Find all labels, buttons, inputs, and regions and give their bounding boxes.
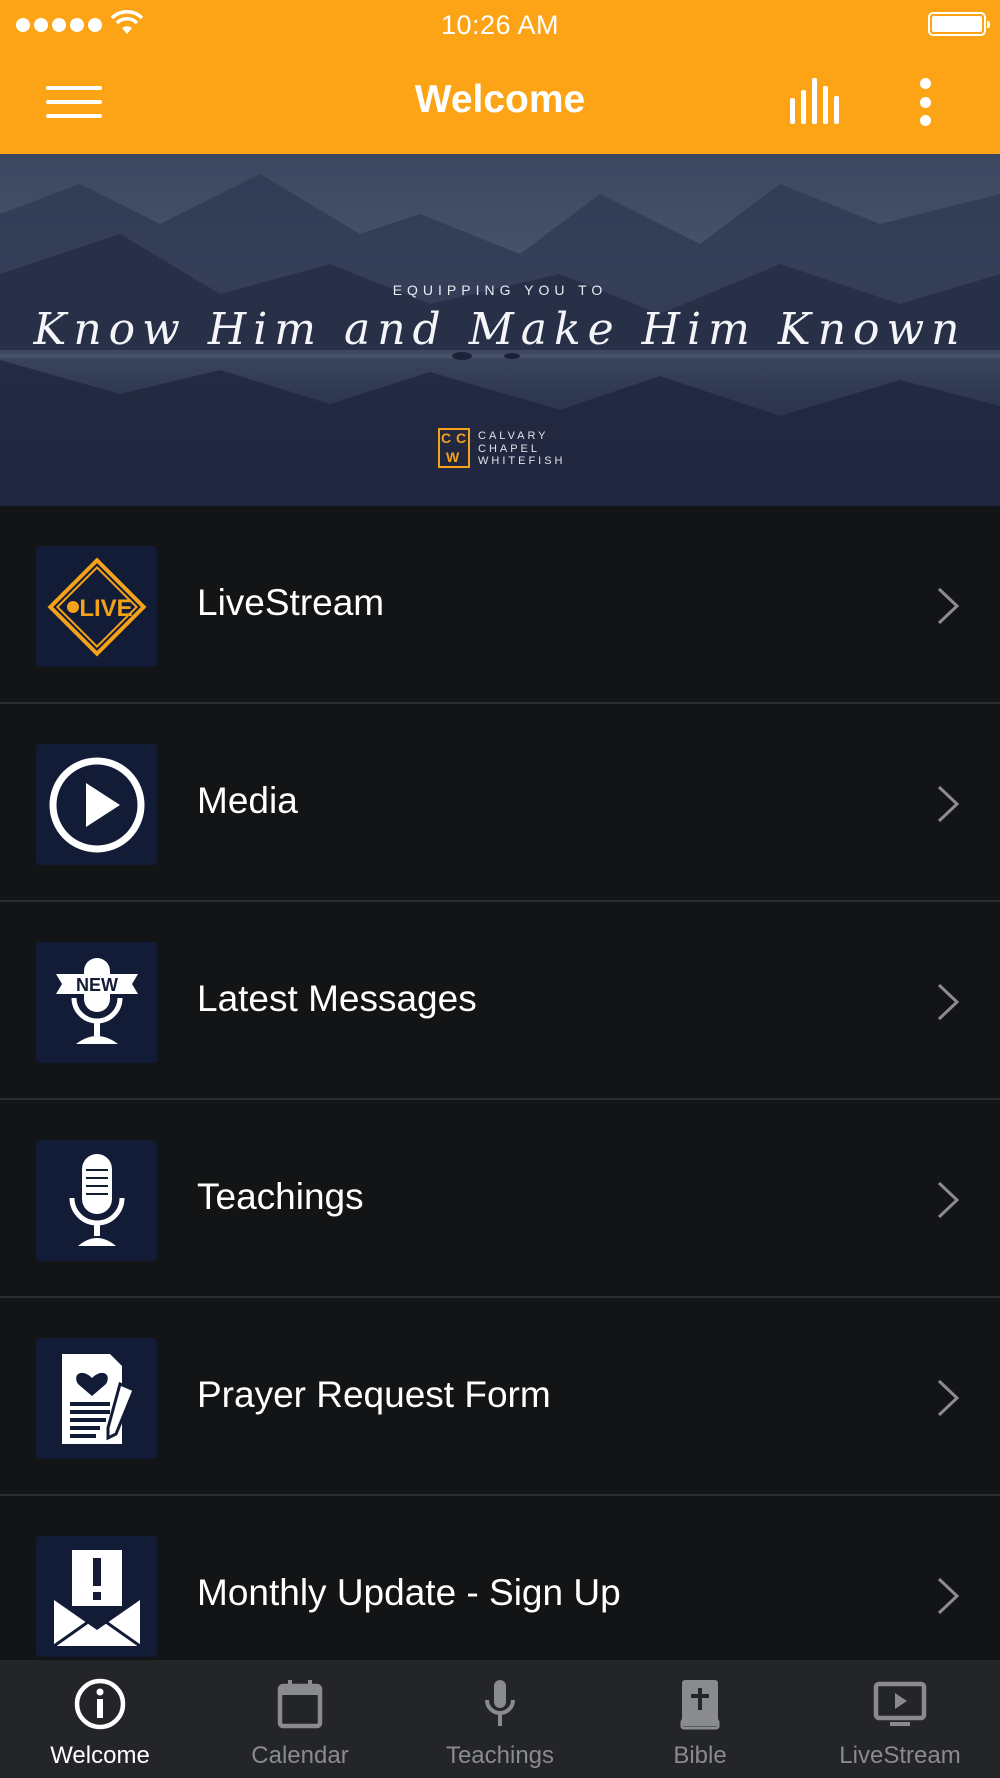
tab-label: LiveStream [839, 1742, 961, 1769]
menu-item-prayer-request-form[interactable]: Prayer Request Form [0, 1298, 1000, 1496]
status-bar: 10:26 AM [0, 0, 1000, 50]
bottom-tab-bar: Welcome Calendar Teachings Bible LiveStr… [0, 1660, 1000, 1778]
church-logo: C C W [438, 428, 470, 468]
tv-play-icon [873, 1681, 927, 1726]
tab-label: Calendar [251, 1742, 349, 1769]
microphone-icon [485, 1680, 515, 1726]
menu-item-label: Latest Messages [197, 978, 477, 1019]
chevron-right-icon [937, 1379, 960, 1417]
menu-item-label: Teachings [197, 1176, 364, 1217]
calendar-icon [277, 1680, 323, 1729]
tab-welcome[interactable]: Welcome [0, 1660, 200, 1778]
chevron-right-icon [937, 587, 960, 625]
play-icon [36, 744, 157, 865]
menu-item-label: Media [197, 780, 298, 821]
menu-item-livestream[interactable]: LIVE LiveStream [0, 506, 1000, 704]
new-microphone-icon: NEW [36, 942, 157, 1063]
tab-label: Welcome [50, 1742, 150, 1769]
battery-icon [928, 12, 990, 36]
menu-item-label: LiveStream [197, 582, 385, 623]
info-icon [74, 1678, 126, 1730]
tab-label: Bible [673, 1742, 727, 1769]
page-title: Welcome [414, 78, 586, 121]
tab-teachings[interactable]: Teachings [400, 1660, 600, 1778]
menu-item-label: Prayer Request Form [197, 1374, 551, 1415]
chevron-right-icon [937, 983, 960, 1021]
church-name: CALVARY CHAPEL WHITEFISH [478, 430, 566, 467]
tab-label: Teachings [445, 1742, 555, 1769]
menu-item-teachings[interactable]: Teachings [0, 1100, 1000, 1298]
banner-tagline: Know Him and Make Him Known [33, 304, 967, 355]
microphone-icon [36, 1140, 157, 1261]
live-icon: LIVE [36, 546, 157, 667]
menu-item-label: Monthly Update - Sign Up [197, 1572, 621, 1613]
envelope-alert-icon [36, 1536, 157, 1657]
bible-icon [680, 1680, 720, 1730]
prayer-form-icon [36, 1338, 157, 1459]
hero-banner[interactable]: EQUIPPING YOU TO Know Him and Make Him K… [0, 154, 1000, 506]
svg-text:NEW: NEW [76, 975, 118, 995]
audio-bars-icon[interactable] [788, 76, 848, 126]
menu-item-media[interactable]: Media [0, 704, 1000, 902]
more-options-icon[interactable] [910, 74, 940, 130]
app-header: Welcome [0, 50, 1000, 154]
top-bar: 10:26 AM Welcome [0, 0, 1000, 154]
chevron-right-icon [937, 1181, 960, 1219]
svg-text:LIVE: LIVE [79, 595, 132, 622]
menu-item-latest-messages[interactable]: NEW Latest Messages [0, 902, 1000, 1100]
banner-tagline-small: EQUIPPING YOU TO [392, 282, 608, 298]
tab-calendar[interactable]: Calendar [200, 1660, 400, 1778]
tab-bible[interactable]: Bible [600, 1660, 800, 1778]
status-time: 10:26 AM [440, 10, 560, 40]
chevron-right-icon [937, 785, 960, 823]
tab-livestream[interactable]: LiveStream [800, 1660, 1000, 1778]
chevron-right-icon [937, 1577, 960, 1615]
